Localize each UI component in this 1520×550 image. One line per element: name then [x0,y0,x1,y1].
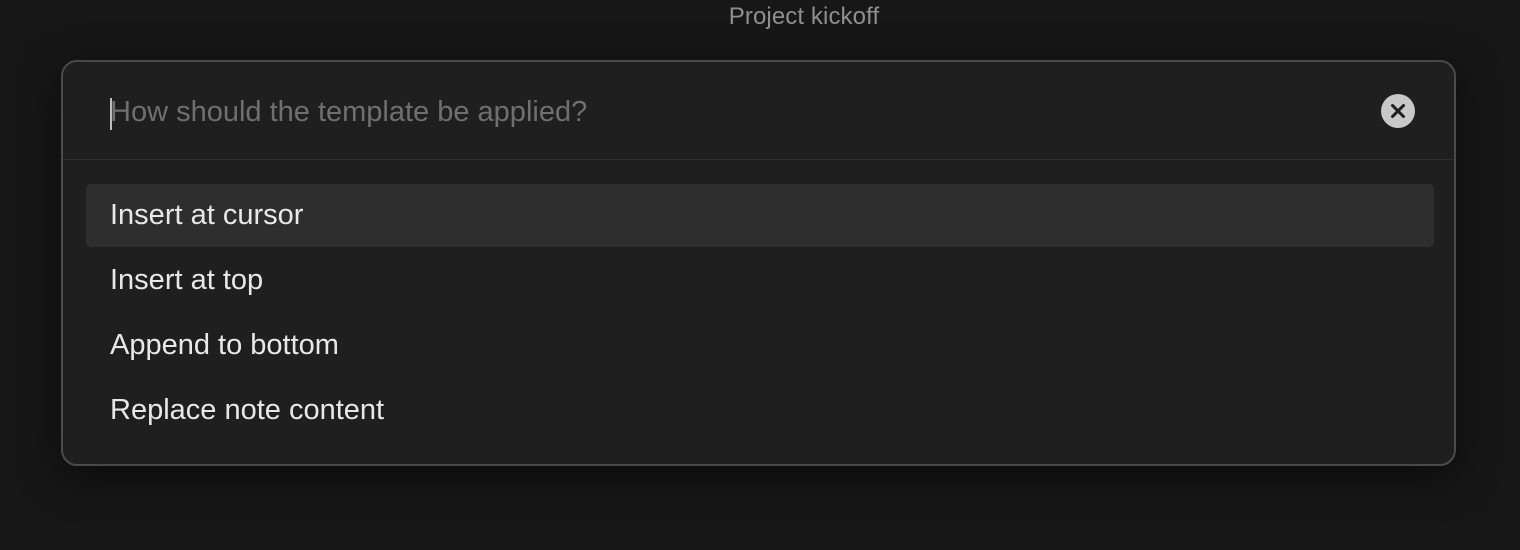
option-label: Replace note content [110,394,385,426]
option-insert-at-top[interactable]: Insert at top [86,249,1434,312]
option-append-to-bottom[interactable]: Append to bottom [86,314,1434,377]
option-replace-note-content[interactable]: Replace note content [86,379,1434,442]
close-circle-icon [1391,104,1405,118]
search-row [63,62,1454,160]
search-input[interactable] [110,88,1360,136]
option-label: Append to bottom [110,329,339,361]
clear-search-button[interactable] [1381,94,1415,128]
option-label: Insert at top [110,264,264,296]
option-label: Insert at cursor [110,199,304,231]
window-title: Project kickoff [728,3,880,30]
text-caret [110,98,112,130]
template-apply-prompt: Insert at cursor Insert at top Append to… [61,60,1456,466]
option-insert-at-cursor[interactable]: Insert at cursor [86,184,1434,247]
option-list: Insert at cursor Insert at top Append to… [86,184,1434,444]
